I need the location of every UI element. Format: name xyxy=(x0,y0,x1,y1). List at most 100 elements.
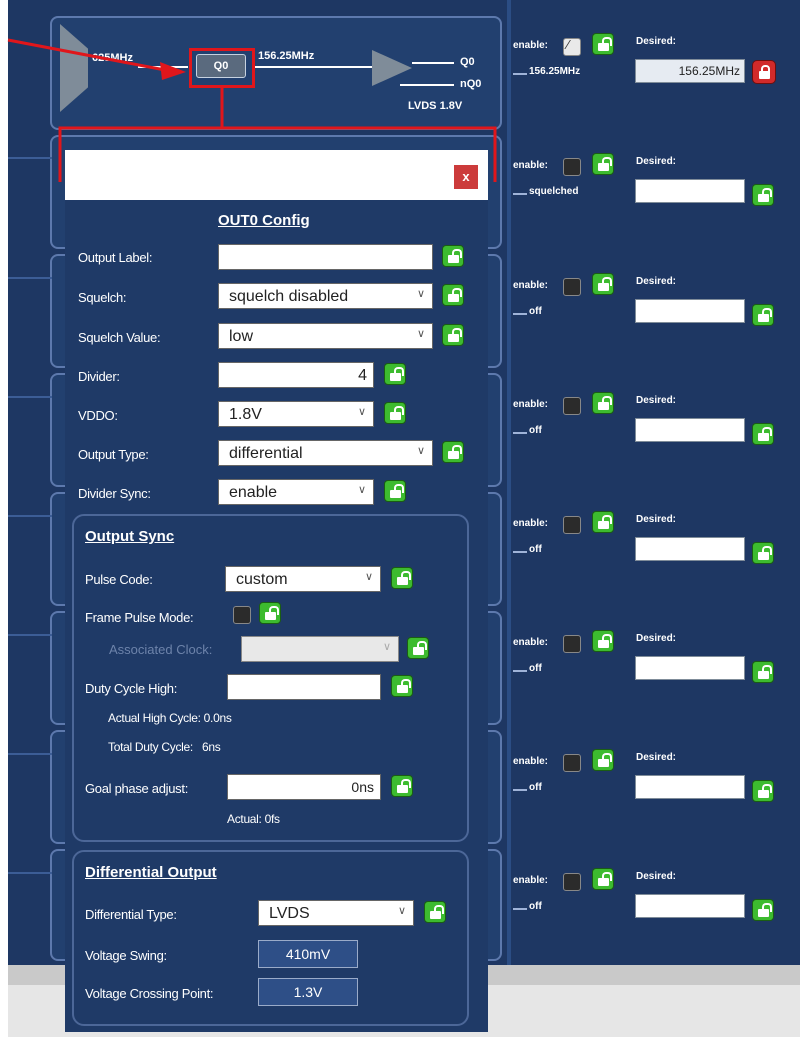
input-line xyxy=(8,634,52,636)
lock-icon[interactable] xyxy=(259,602,281,624)
enable-checkbox[interactable] xyxy=(563,873,581,891)
desired-frequency-input[interactable] xyxy=(635,537,745,561)
lock-icon[interactable] xyxy=(752,184,774,206)
desired-frequency-input[interactable]: 156.25MHz xyxy=(635,59,745,83)
associated-clock-label: Associated Clock: xyxy=(109,642,213,657)
lock-icon[interactable] xyxy=(752,780,774,802)
desired-frequency-input[interactable] xyxy=(635,656,745,680)
lock-icon[interactable] xyxy=(442,245,464,267)
enable-checkbox[interactable] xyxy=(563,158,581,176)
voltage-swing-value: 410mV xyxy=(258,940,358,968)
desired-frequency-input[interactable] xyxy=(635,299,745,323)
divider-sync-value: enable xyxy=(229,484,278,501)
lock-icon[interactable] xyxy=(407,637,429,659)
lock-icon[interactable] xyxy=(592,273,614,295)
lock-icon[interactable] xyxy=(442,441,464,463)
out0-config-dialog: x OUT0 Config Output Label: Squelch: squ… xyxy=(65,150,488,1032)
dialog-title: OUT0 Config xyxy=(218,212,310,229)
divider-input[interactable]: 4 xyxy=(218,362,374,388)
lock-icon[interactable] xyxy=(592,33,614,55)
lock-icon[interactable] xyxy=(592,630,614,652)
chevron-down-icon: ∨ xyxy=(416,445,425,457)
desired-frequency-input[interactable] xyxy=(635,418,745,442)
desired-frequency-input[interactable] xyxy=(635,179,745,203)
lock-icon[interactable] xyxy=(391,775,413,797)
chevron-down-icon: ∨ xyxy=(397,905,406,917)
enable-checkbox[interactable] xyxy=(563,516,581,534)
enable-checkbox[interactable] xyxy=(563,754,581,772)
desired-frequency-input[interactable] xyxy=(635,894,745,918)
lock-icon[interactable] xyxy=(442,284,464,306)
lock-icon[interactable] xyxy=(384,363,406,385)
chevron-down-icon: ∨ xyxy=(382,641,391,653)
enable-label: enable: xyxy=(513,875,549,886)
lock-icon[interactable] xyxy=(752,423,774,445)
divider-sync-select[interactable]: enable ∨ xyxy=(218,479,374,505)
chevron-down-icon: ∨ xyxy=(416,328,425,340)
differential-type-select[interactable]: LVDS ∨ xyxy=(258,900,414,926)
enable-checkbox[interactable]: ∕ xyxy=(563,37,581,56)
voltage-crossing-value: 1.3V xyxy=(258,978,358,1006)
output-status: off xyxy=(529,425,542,436)
output-status: off xyxy=(529,544,542,555)
duty-cycle-high-input[interactable] xyxy=(227,674,381,700)
enable-label: enable: xyxy=(513,756,549,767)
lock-icon[interactable] xyxy=(752,899,774,921)
output-status: off xyxy=(529,782,542,793)
vddo-label: VDDO: xyxy=(78,408,118,423)
goal-phase-label: Goal phase adjust: xyxy=(85,781,189,796)
frame-pulse-mode-checkbox[interactable] xyxy=(233,606,251,624)
output-status: 156.25MHz xyxy=(529,66,581,77)
lock-icon[interactable] xyxy=(592,749,614,771)
lock-icon[interactable] xyxy=(592,392,614,414)
lock-icon[interactable] xyxy=(424,901,446,923)
lock-icon[interactable] xyxy=(752,661,774,683)
enable-checkbox[interactable] xyxy=(563,278,581,296)
vddo-value: 1.8V xyxy=(229,406,262,423)
lock-icon[interactable] xyxy=(752,542,774,564)
voltage-swing-label: Voltage Swing: xyxy=(85,948,167,963)
input-line xyxy=(8,753,52,755)
lock-icon[interactable] xyxy=(592,511,614,533)
lock-icon[interactable] xyxy=(384,480,406,502)
enable-checkbox[interactable] xyxy=(563,635,581,653)
enable-label: enable: xyxy=(513,40,549,51)
goal-phase-input[interactable]: 0ns xyxy=(227,774,381,800)
voltage-crossing-label: Voltage Crossing Point: xyxy=(85,986,214,1001)
pulse-code-select[interactable]: custom ∨ xyxy=(225,566,381,592)
input-line xyxy=(8,396,52,398)
lock-icon[interactable] xyxy=(384,402,406,424)
associated-clock-select[interactable]: ∨ xyxy=(241,636,399,662)
enable-label: enable: xyxy=(513,637,549,648)
output-sync-title: Output Sync xyxy=(85,528,175,545)
squelch-value-label: Squelch Value: xyxy=(78,330,161,345)
lock-icon[interactable] xyxy=(592,868,614,890)
output-type-value: differential xyxy=(229,445,303,462)
actual-phase: Actual: 0fs xyxy=(227,812,280,826)
desired-label: Desired: xyxy=(636,633,677,644)
squelch-select[interactable]: squelch disabled ∨ xyxy=(218,283,433,309)
desired-label: Desired: xyxy=(636,514,677,525)
output-type-select[interactable]: differential ∨ xyxy=(218,440,433,466)
status-arrow xyxy=(513,789,527,791)
squelch-value-select[interactable]: low ∨ xyxy=(218,323,433,349)
close-button[interactable]: x xyxy=(454,165,478,189)
lock-icon[interactable] xyxy=(752,304,774,326)
duty-cycle-high-label: Duty Cycle High: xyxy=(85,681,178,696)
desired-label: Desired: xyxy=(636,752,677,763)
output-label-input[interactable] xyxy=(218,244,433,270)
vddo-select[interactable]: 1.8V ∨ xyxy=(218,401,374,427)
divider-sync-label: Divider Sync: xyxy=(78,486,151,501)
pulse-code-label: Pulse Code: xyxy=(85,572,153,587)
enable-checkbox[interactable] xyxy=(563,397,581,415)
differential-type-value: LVDS xyxy=(269,905,310,922)
lock-icon[interactable] xyxy=(442,324,464,346)
actual-high-cycle: Actual High Cycle: 0.0ns xyxy=(108,711,232,725)
lock-closed-icon[interactable] xyxy=(752,60,776,84)
lock-icon[interactable] xyxy=(391,675,413,697)
output-type-label: Output Type: xyxy=(78,447,149,462)
lock-icon[interactable] xyxy=(592,153,614,175)
desired-frequency-input[interactable] xyxy=(635,775,745,799)
lock-icon[interactable] xyxy=(391,567,413,589)
status-arrow xyxy=(513,73,527,75)
